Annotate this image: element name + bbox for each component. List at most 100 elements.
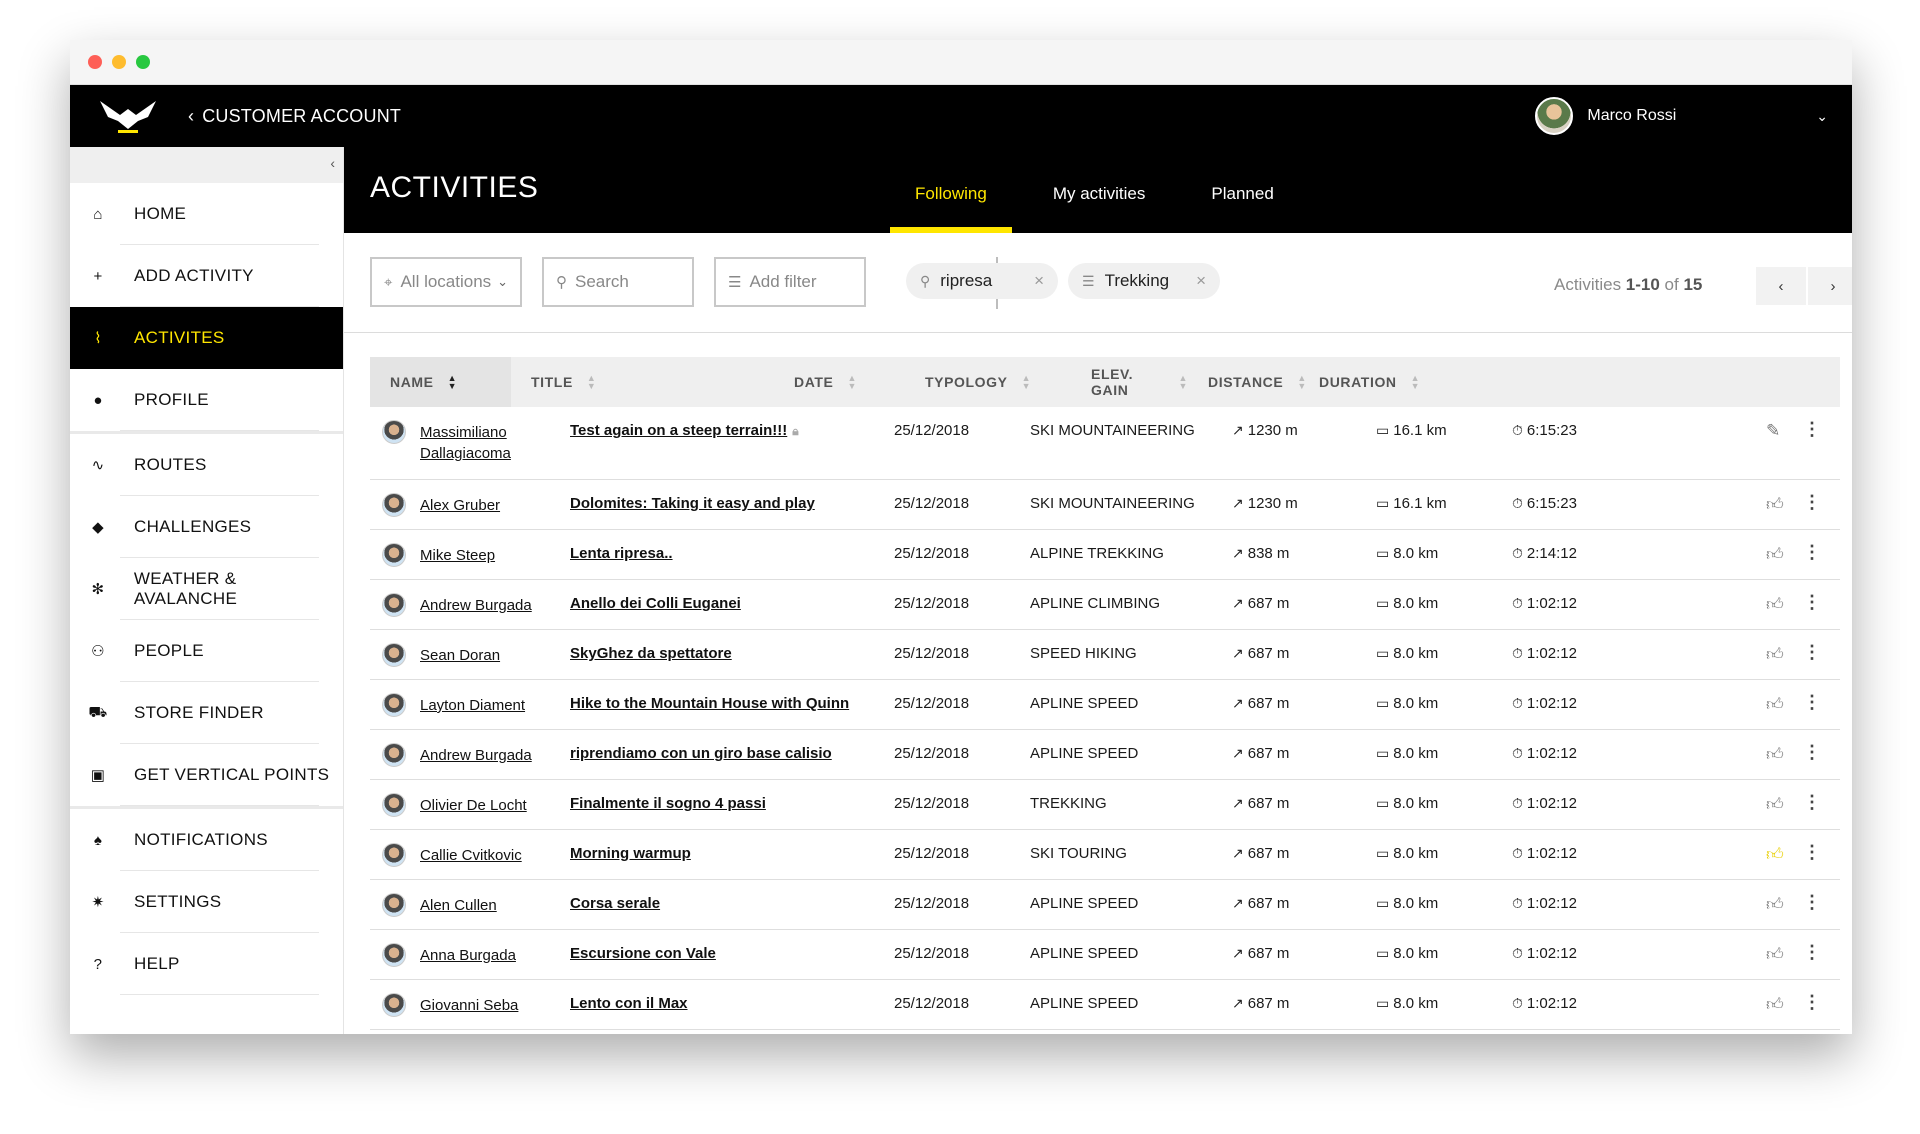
- salewa-eagle-logo[interactable]: [98, 95, 158, 137]
- sidebar-item-challenges[interactable]: ◆ CHALLENGES: [70, 496, 343, 558]
- sidebar-item-store-finder[interactable]: ⛟ STORE FINDER: [70, 682, 343, 744]
- table-row[interactable]: Layton Diament Hike to the Mountain House…: [370, 680, 1840, 730]
- table-row[interactable]: Olivier De Locht Finalmente il sogno 4 pa…: [370, 780, 1840, 830]
- more-vertical-icon[interactable]: ⋮: [1803, 842, 1821, 863]
- table-row[interactable]: Callie Cvitkovic Morning warmup 25/12/2018…: [370, 830, 1840, 880]
- sidebar-item-notifications[interactable]: ♠ NOTIFICATIONS: [70, 809, 343, 871]
- activity-title-link[interactable]: Finalmente il sogno 4 passi: [570, 795, 766, 812]
- more-vertical-icon[interactable]: ⋮: [1803, 642, 1821, 663]
- remove-chip-close-icon[interactable]: ×: [1196, 271, 1206, 291]
- collapse-sidebar-icon[interactable]: ‹: [330, 155, 335, 171]
- activity-title-link[interactable]: riprendiamo con un giro base calisio: [570, 745, 832, 762]
- activity-title-link[interactable]: Hike to the Mountain House with Quinn: [570, 695, 849, 712]
- user-name-link[interactable]: Andrew Burgada: [420, 745, 550, 766]
- next-page-button[interactable]: ›: [1808, 267, 1852, 305]
- avatar[interactable]: [382, 893, 406, 917]
- more-vertical-icon[interactable]: ⋮: [1803, 792, 1821, 813]
- avatar[interactable]: [382, 743, 406, 767]
- activity-title-link[interactable]: Anello dei Colli Euganei: [570, 595, 741, 612]
- back-to-customer-account[interactable]: ‹ CUSTOMER ACCOUNT: [188, 106, 401, 127]
- activity-title-link[interactable]: Test again on a steep terrain!!! 🔒︎: [570, 422, 799, 439]
- table-row[interactable]: Andrew Burgada riprendiamo con un giro ba…: [370, 730, 1840, 780]
- user-name-link[interactable]: Sean Doran: [420, 645, 550, 666]
- user-name-link[interactable]: Mike Steep: [420, 545, 550, 566]
- tab-my-activities[interactable]: My activities: [1028, 147, 1171, 233]
- close-window-button[interactable]: [88, 55, 102, 69]
- column-header-title[interactable]: TITLE ▲ ▼: [511, 357, 774, 407]
- more-vertical-icon[interactable]: ⋮: [1803, 892, 1821, 913]
- activity-title-link[interactable]: Lenta ripresa..: [570, 545, 673, 562]
- table-row[interactable]: Alen Cullen Corsa serale 25/12/2018 APLINE …: [370, 880, 1840, 930]
- activity-title-link[interactable]: Corsa serale: [570, 895, 660, 912]
- table-row[interactable]: Giovanni Seba Lento con il Max 25/12/2018 A…: [370, 980, 1840, 1030]
- tab-planned[interactable]: Planned: [1186, 147, 1298, 233]
- avatar[interactable]: [382, 693, 406, 717]
- user-name-link[interactable]: Layton Diament: [420, 695, 550, 716]
- sidebar-item-profile[interactable]: ● PROFILE: [70, 369, 343, 431]
- avatar[interactable]: [382, 843, 406, 867]
- column-header-distance[interactable]: DISTANCE ▲ ▼: [1188, 357, 1306, 407]
- column-header-duration[interactable]: DURATION ▲ ▼: [1299, 357, 1449, 407]
- prev-page-button[interactable]: ‹: [1756, 267, 1806, 305]
- avatar[interactable]: [382, 593, 406, 617]
- activity-title-link[interactable]: Escursione con Vale: [570, 945, 716, 962]
- sidebar-item-activities[interactable]: ⌇ ACTIVITES: [70, 307, 343, 369]
- table-row[interactable]: Alex Gruber Dolomites: Taking it easy and…: [370, 480, 1840, 530]
- thumbs-up-icon[interactable]: 👍︎: [1766, 494, 1784, 515]
- more-vertical-icon[interactable]: ⋮: [1803, 419, 1821, 440]
- thumbs-up-icon[interactable]: 👍︎: [1766, 744, 1784, 765]
- more-vertical-icon[interactable]: ⋮: [1803, 742, 1821, 763]
- table-row[interactable]: Mike Steep Lenta ripresa.. 25/12/2018 ALPIN…: [370, 530, 1840, 580]
- avatar[interactable]: [382, 943, 406, 967]
- user-name-link[interactable]: Alex Gruber: [420, 495, 550, 516]
- activity-title-link[interactable]: SkyGhez da spettatore: [570, 645, 732, 662]
- sidebar-item-add-activity[interactable]: + ADD ACTIVITY: [70, 245, 343, 307]
- thumbs-up-icon[interactable]: 👍︎: [1766, 794, 1784, 815]
- more-vertical-icon[interactable]: ⋮: [1803, 692, 1821, 713]
- thumbs-up-icon[interactable]: 👍︎: [1766, 544, 1784, 565]
- column-header-typology[interactable]: TYPOLOGY ▲ ▼: [905, 357, 1071, 407]
- avatar[interactable]: [382, 993, 406, 1017]
- avatar[interactable]: [382, 543, 406, 567]
- sidebar-item-settings[interactable]: ✷ SETTINGS: [70, 871, 343, 933]
- user-name-link[interactable]: Andrew Burgada: [420, 595, 550, 616]
- sidebar-item-help[interactable]: ? HELP: [70, 933, 343, 995]
- filter-chip-ripresa[interactable]: ⚲ ripresa ×: [906, 263, 1058, 299]
- more-vertical-icon[interactable]: ⋮: [1803, 592, 1821, 613]
- sidebar-item-vertical-points[interactable]: ▣ GET VERTICAL POINTS: [70, 744, 343, 806]
- activity-title-link[interactable]: Morning warmup: [570, 845, 691, 862]
- thumbs-up-icon[interactable]: 👍︎: [1766, 694, 1784, 715]
- thumbs-up-icon[interactable]: 👍︎: [1766, 644, 1784, 665]
- user-name-link[interactable]: Giovanni Seba: [420, 995, 550, 1016]
- column-header-date[interactable]: DATE ▲ ▼: [774, 357, 905, 407]
- sidebar-item-routes[interactable]: ∿ ROUTES: [70, 434, 343, 496]
- table-row[interactable]: Sean Doran SkyGhez da spettatore 25/12/201…: [370, 630, 1840, 680]
- user-name-link[interactable]: Anna Burgada: [420, 945, 550, 966]
- activity-title-link[interactable]: Lento con il Max: [570, 995, 688, 1012]
- avatar[interactable]: [382, 643, 406, 667]
- column-header-name[interactable]: NAME ▲ ▼: [370, 357, 511, 407]
- search-input[interactable]: ⚲ Search: [542, 257, 694, 307]
- user-menu[interactable]: Marco Rossi ⌄: [1535, 85, 1828, 147]
- filter-chip-trekking[interactable]: ☰ Trekking ×: [1068, 263, 1220, 299]
- user-name-link[interactable]: Massimiliano Dallagiacoma: [420, 422, 550, 464]
- avatar[interactable]: [382, 420, 406, 444]
- activity-title-link[interactable]: Dolomites: Taking it easy and play: [570, 495, 815, 512]
- thumbs-up-icon[interactable]: 👍︎: [1766, 844, 1784, 865]
- more-vertical-icon[interactable]: ⋮: [1803, 992, 1821, 1013]
- remove-chip-close-icon[interactable]: ×: [1034, 271, 1044, 291]
- sidebar-item-weather[interactable]: ✻ WEATHER & AVALANCHE: [70, 558, 343, 620]
- thumbs-up-icon[interactable]: 👍︎: [1766, 894, 1784, 915]
- maximize-window-button[interactable]: [136, 55, 150, 69]
- table-row[interactable]: Andrew Burgada Anello dei Colli Euganei 25…: [370, 580, 1840, 630]
- sidebar-item-people[interactable]: ⚇ PEOPLE: [70, 620, 343, 682]
- table-row[interactable]: Anna Burgada Escursione con Vale 25/12/201…: [370, 930, 1840, 980]
- thumbs-up-icon[interactable]: 👍︎: [1766, 944, 1784, 965]
- add-filter-button[interactable]: ☰ Add filter: [714, 257, 866, 307]
- avatar[interactable]: [382, 793, 406, 817]
- user-name-link[interactable]: Callie Cvitkovic: [420, 845, 550, 866]
- thumbs-up-icon[interactable]: 👍︎: [1766, 594, 1784, 615]
- table-row[interactable]: Massimiliano Dallagiacoma Test again on a…: [370, 407, 1840, 480]
- column-header-elev-gain[interactable]: ELEV. GAIN ▲ ▼: [1071, 357, 1188, 407]
- thumbs-up-icon[interactable]: 👍︎: [1766, 994, 1784, 1015]
